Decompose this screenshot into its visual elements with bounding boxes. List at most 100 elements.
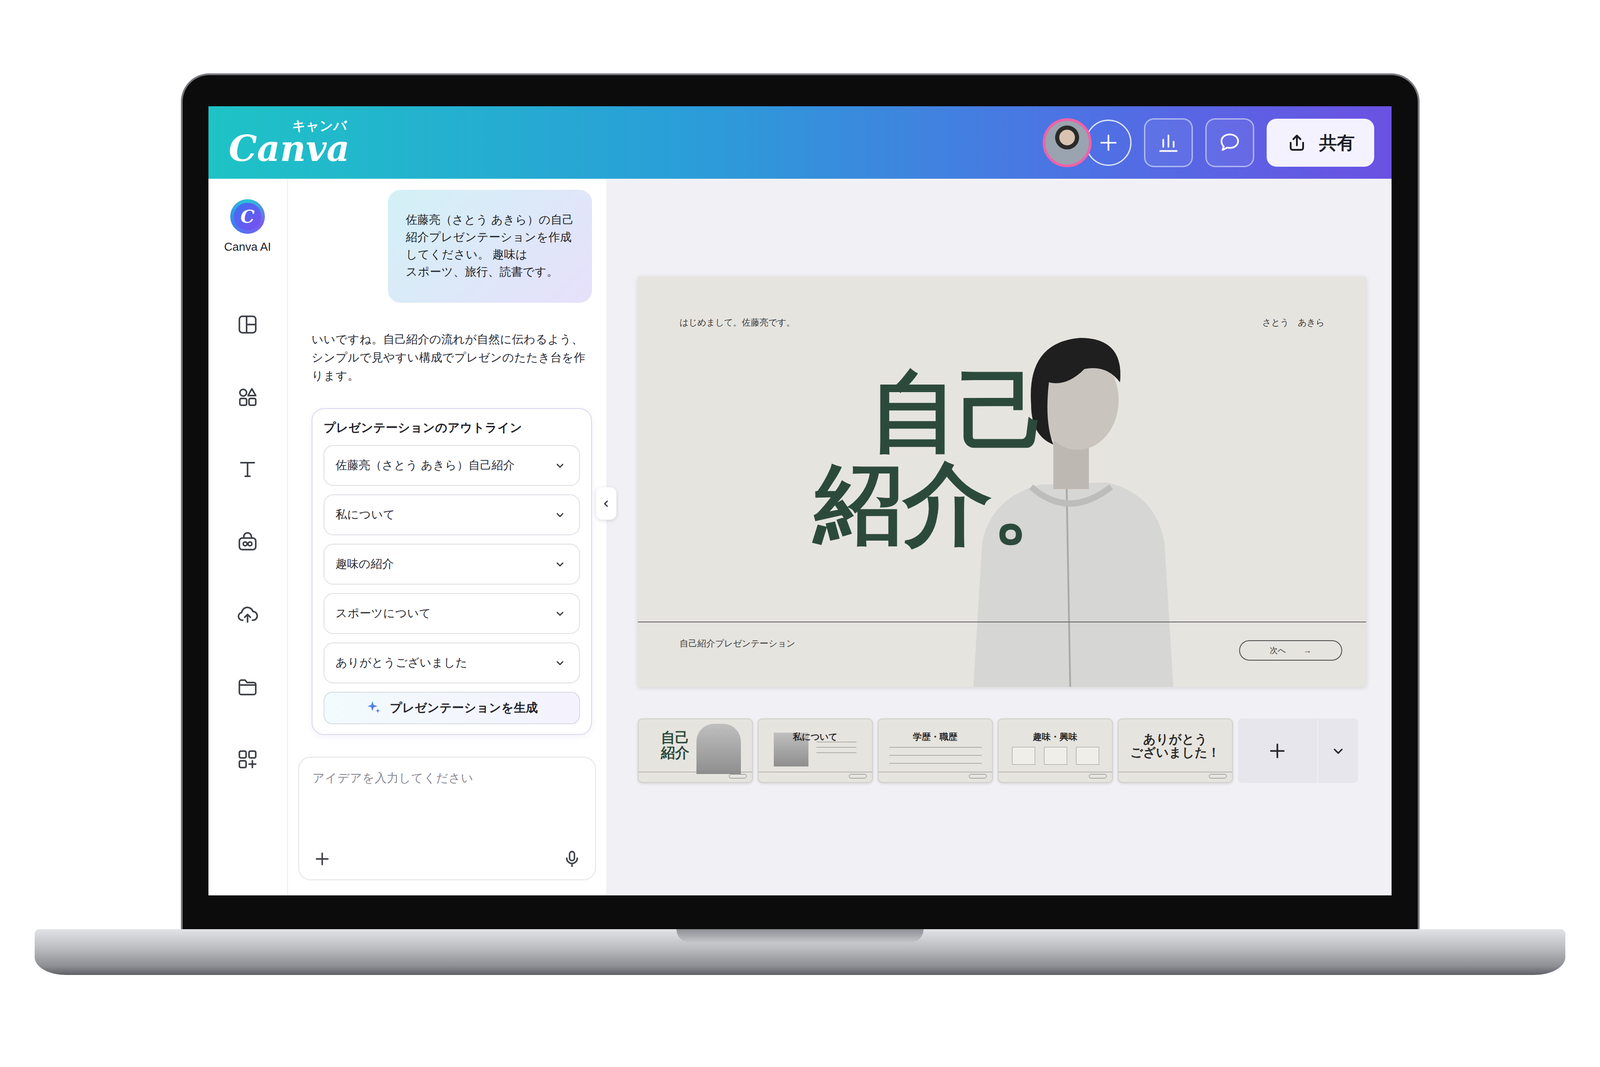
invite-button[interactable] — [1085, 119, 1132, 166]
comment-icon-wrap — [1217, 130, 1243, 156]
thumb-title-line: 自己 — [660, 729, 690, 745]
brand-tool[interactable] — [229, 524, 266, 560]
text-icon-wrap — [236, 457, 260, 481]
outline-item[interactable]: 趣味の紹介 — [323, 543, 580, 585]
side-rail: CCanva AI — [208, 178, 288, 896]
generate-label: プレゼンテーションを生成 — [389, 698, 538, 717]
thumb-title: 自己紹介 — [660, 729, 690, 760]
thumb-divider — [1118, 771, 1232, 772]
generate-button[interactable]: プレゼンテーションを生成 — [323, 691, 580, 724]
plus-icon-wrap — [1096, 130, 1121, 156]
share-icon — [1286, 132, 1308, 154]
outline-list: 佐藤亮（さとう あきら）自己紹介私について趣味の紹介スポーツについてありがとうご… — [323, 444, 580, 684]
thumb-next — [968, 773, 987, 779]
thumb-divider — [758, 771, 872, 772]
expand-strip-button[interactable] — [1318, 718, 1359, 783]
add-slide-button[interactable] — [1237, 718, 1318, 783]
collapse-panel-button[interactable] — [596, 487, 617, 520]
slide-thumbnail[interactable]: 趣味・興味 — [997, 718, 1113, 783]
outline-item-label: 私について — [335, 505, 396, 524]
divider-line — [637, 621, 1367, 623]
upload-icon — [236, 602, 260, 626]
attach-button[interactable] — [312, 848, 332, 869]
thumb-next — [848, 773, 867, 779]
plus-icon — [1096, 130, 1121, 156]
chevron-down-icon-wrap — [553, 557, 567, 571]
next-arrow: → — [1303, 644, 1312, 657]
chevron-down-icon — [1329, 741, 1348, 760]
chevron-down-icon-wrap — [553, 508, 567, 522]
share-button[interactable]: 共有 — [1266, 118, 1375, 167]
mic-icon — [562, 848, 582, 869]
thumb-title: 私について — [758, 729, 872, 744]
top-bar: キャンバCanva 共有 — [208, 106, 1392, 179]
upload-icon-wrap — [236, 602, 260, 626]
thumb-divider — [638, 771, 752, 772]
thumb-title-line: 紹介 — [660, 744, 690, 760]
thumb-photo — [696, 723, 741, 774]
outline-item[interactable]: ありがとうございました — [323, 642, 580, 684]
laptop-mockup: キャンバCanva 共有 CCanva AI佐藤亮（さとう あきら）の自己 紹介プレ… — [0, 0, 1600, 975]
slide-canvas[interactable]: はじめまして。佐藤亮です。さとう あきら自己紹介。自己紹介プレゼンテーション次へ… — [637, 276, 1367, 687]
plus-icon-wrap — [1266, 739, 1289, 762]
ai-label: Canva AI — [224, 238, 272, 256]
elements-tool[interactable] — [229, 379, 266, 415]
apps-tool[interactable] — [229, 741, 266, 777]
header-actions: 共有 — [1042, 118, 1375, 168]
canva-ai-tool[interactable]: CCanva AI — [224, 199, 272, 256]
elements-icon — [236, 385, 260, 409]
design-icon — [236, 312, 260, 336]
chevron-down-icon-wrap — [553, 656, 567, 670]
plus-icon-wrap — [312, 848, 332, 869]
prompt-box — [298, 756, 596, 880]
insights-button[interactable] — [1144, 118, 1193, 168]
title-line: 自己 — [814, 365, 1081, 458]
slide-strip: 自己紹介 私について学歴・職歴趣味・興味ありがとうございました！ — [637, 718, 1367, 783]
thumb-title: 趣味・興味 — [998, 729, 1112, 744]
comment-icon — [1217, 130, 1243, 156]
outline-item[interactable]: 私について — [323, 494, 580, 536]
outline-item-label: 佐藤亮（さとう あきら）自己紹介 — [335, 456, 515, 474]
outline-item-label: ありがとうございました — [335, 653, 468, 672]
thumb-next — [728, 773, 747, 779]
workspace: CCanva AI佐藤亮（さとう あきら）の自己 紹介プレゼンテーションを作成 … — [208, 178, 1392, 896]
user-avatar[interactable] — [1042, 118, 1092, 168]
chart-icon — [1156, 130, 1181, 156]
thumb-title-line: 私について — [758, 729, 872, 744]
chevron-down-icon-wrap — [553, 458, 567, 472]
outline-item[interactable]: 佐藤亮（さとう あきら）自己紹介 — [323, 444, 580, 486]
projects-icon — [236, 675, 260, 699]
thumb-next — [1088, 773, 1107, 779]
thumb-title: 学歴・職歴 — [878, 729, 992, 744]
slide-thumbnail[interactable]: 学歴・職歴 — [877, 718, 993, 783]
thumb-divider — [998, 771, 1112, 772]
sparkle-icon — [365, 699, 382, 716]
slide-title: 自己紹介。 — [814, 365, 1081, 550]
thumb-title-line: 学歴・職歴 — [878, 729, 992, 744]
projects-tool[interactable] — [229, 668, 266, 705]
comment-button[interactable] — [1205, 118, 1255, 168]
canva-logo[interactable]: キャンバCanva — [228, 119, 350, 167]
chevron-down-icon — [553, 557, 567, 571]
laptop-lid: キャンバCanva 共有 CCanva AI佐藤亮（さとう あきら）の自己 紹介プレ… — [180, 73, 1420, 929]
thumb-card — [1012, 746, 1036, 765]
slide-thumbnail[interactable]: 自己紹介 — [637, 718, 753, 783]
design-tool[interactable] — [229, 306, 266, 343]
next-button[interactable]: 次へ→ — [1239, 640, 1343, 661]
plus-icon — [312, 848, 332, 869]
apps-icon — [236, 747, 260, 771]
thumb-card — [1044, 746, 1068, 765]
thumb-table-line — [889, 762, 982, 764]
app-screen: キャンバCanva 共有 CCanva AI佐藤亮（さとう あきら）の自己 紹介プレ… — [208, 106, 1392, 896]
chevron-down-icon — [553, 458, 567, 472]
editor-canvas: はじめまして。佐藤亮です。さとう あきら自己紹介。自己紹介プレゼンテーション次へ… — [606, 178, 1392, 896]
upload-tool[interactable] — [229, 596, 266, 632]
apps-icon-wrap — [236, 747, 260, 771]
outline-item[interactable]: スポーツについて — [323, 592, 580, 634]
outline-item-label: 趣味の紹介 — [335, 555, 394, 573]
text-tool[interactable] — [229, 451, 266, 488]
slide-thumbnail[interactable]: ありがとうございました！ — [1117, 718, 1233, 783]
idea-input[interactable] — [312, 768, 582, 788]
voice-button[interactable] — [562, 848, 582, 869]
slide-thumbnail[interactable]: 私について — [757, 718, 873, 783]
